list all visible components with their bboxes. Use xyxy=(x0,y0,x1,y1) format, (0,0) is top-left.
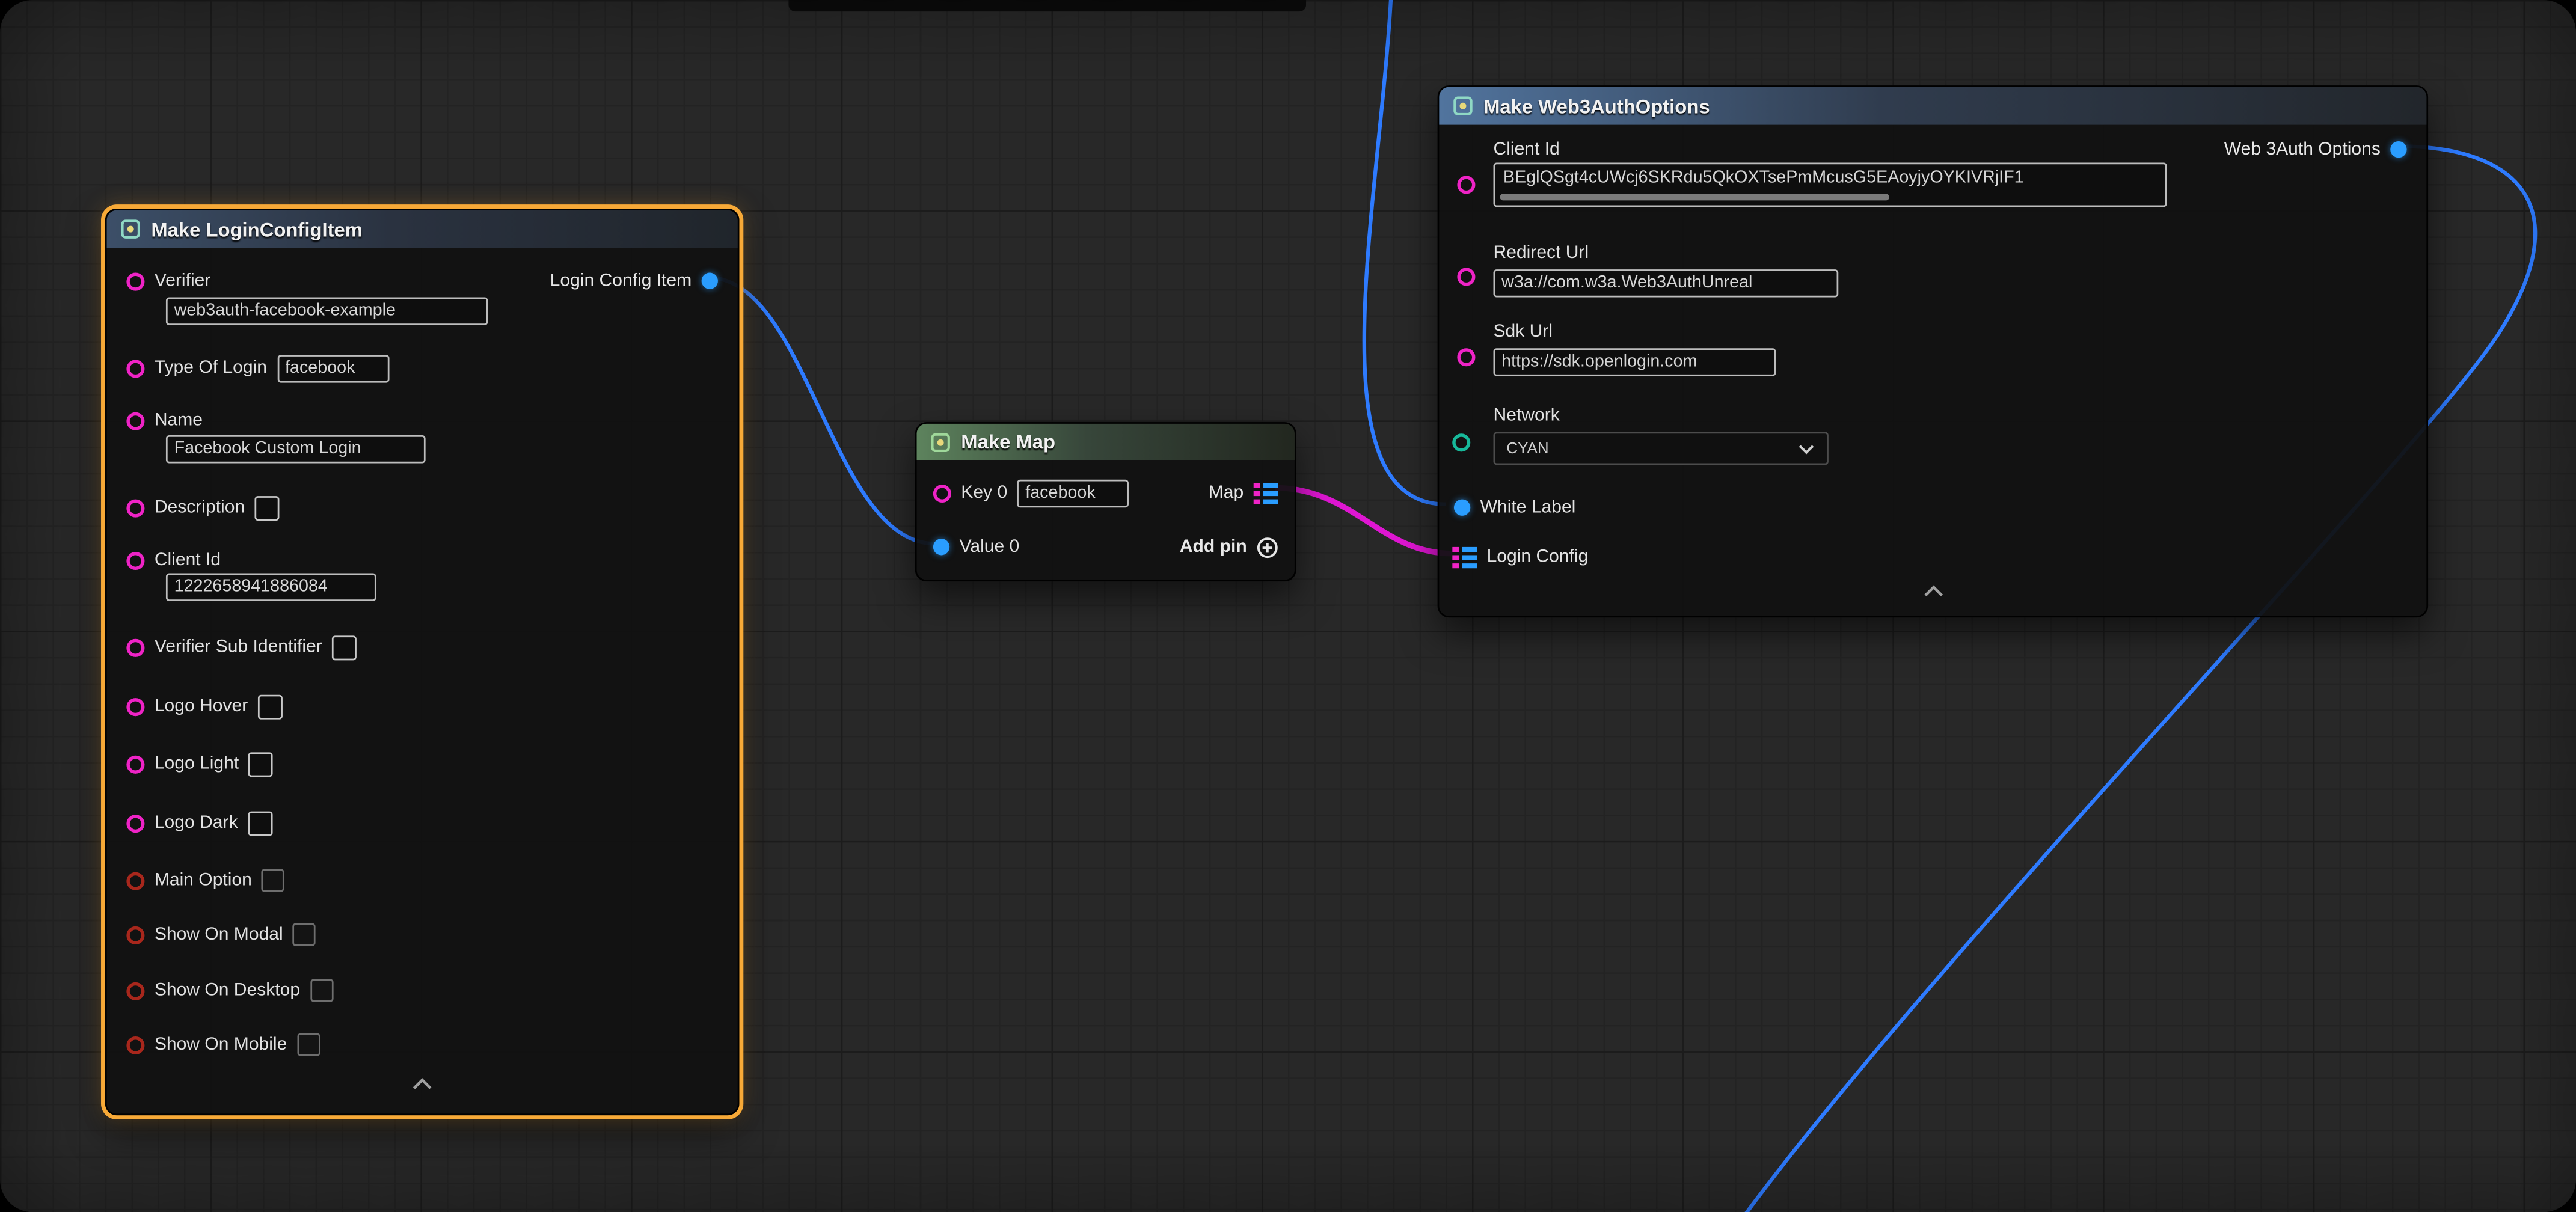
show-on-modal-checkbox[interactable] xyxy=(293,923,316,946)
network-selected-value: CYAN xyxy=(1506,439,1548,458)
pin-label-client-id: Client Id xyxy=(155,550,221,570)
pin-value-0[interactable] xyxy=(933,539,949,555)
chevron-up-icon xyxy=(1921,585,1944,598)
pin-label-logo-hover: Logo Hover xyxy=(155,696,248,716)
pin-show-on-modal[interactable] xyxy=(126,926,144,944)
pin-label-show-on-modal: Show On Modal xyxy=(155,925,283,944)
pin-verifier[interactable] xyxy=(126,272,144,290)
pin-redirect-url[interactable] xyxy=(1457,267,1475,285)
pin-login-config-item-output[interactable] xyxy=(702,273,718,289)
pin-label-type-of-login: Type Of Login xyxy=(155,358,267,378)
collapse-node-button[interactable] xyxy=(1439,585,2426,601)
node-make-map[interactable]: Make Map Key 0 Map xyxy=(915,422,1296,581)
pin-label-show-on-mobile: Show On Mobile xyxy=(155,1035,287,1054)
pin-label-logo-light: Logo Light xyxy=(155,754,239,774)
pin-login-config[interactable] xyxy=(1452,546,1477,568)
pin-show-on-desktop[interactable] xyxy=(126,981,144,999)
network-dropdown[interactable]: CYAN xyxy=(1494,432,1829,465)
blueprint-graph: Make LoginConfigItem Verifier Login Conf… xyxy=(0,0,2576,1212)
pin-label-verifier: Verifier xyxy=(155,271,211,291)
make-struct-icon xyxy=(1452,95,1474,117)
verifier-sub-identifier-input[interactable] xyxy=(332,635,357,660)
pin-network[interactable] xyxy=(1452,433,1470,451)
description-input[interactable] xyxy=(255,495,280,520)
node-make-web3authoptions[interactable]: Make Web3AuthOptions Client Id Web 3Auth… xyxy=(1438,85,2428,617)
pin-verifier-sub-identifier[interactable] xyxy=(126,638,144,656)
wire-map-to-loginconfig[interactable] xyxy=(1275,488,1452,553)
make-map-icon xyxy=(930,431,951,453)
pin-label-network: Network xyxy=(1494,406,1560,426)
pin-label-logo-dark: Logo Dark xyxy=(155,813,238,833)
show-on-desktop-checkbox[interactable] xyxy=(310,979,333,1002)
pin-description[interactable] xyxy=(126,498,144,516)
pin-logo-hover[interactable] xyxy=(126,697,144,715)
node-title: Make Map xyxy=(961,430,1055,453)
pin-label-sdk-url: Sdk Url xyxy=(1494,322,1553,341)
pin-label-map: Map xyxy=(1209,483,1244,503)
pin-client-id[interactable] xyxy=(1457,175,1475,193)
logo-dark-input[interactable] xyxy=(248,810,272,835)
show-on-mobile-checkbox[interactable] xyxy=(297,1033,320,1056)
name-input[interactable] xyxy=(166,435,426,462)
pin-client-id[interactable] xyxy=(126,551,144,569)
chevron-up-icon xyxy=(411,1077,434,1091)
logo-light-input[interactable] xyxy=(249,751,274,776)
pin-label-white-label: White Label xyxy=(1480,498,1576,518)
pin-name[interactable] xyxy=(126,411,144,429)
pin-key-0[interactable] xyxy=(933,484,951,502)
node-title: Make LoginConfigItem xyxy=(151,218,363,240)
pin-white-label[interactable] xyxy=(1454,500,1470,516)
collapse-node-button[interactable] xyxy=(107,1077,738,1094)
wire-top-to-whitelabel[interactable] xyxy=(1364,0,1446,504)
horizontal-scrollbar[interactable] xyxy=(1500,194,1888,200)
pin-label-login-config: Login Config xyxy=(1487,547,1589,567)
verifier-input[interactable] xyxy=(166,296,488,324)
pin-label-verifier-sub-identifier: Verifier Sub Identifier xyxy=(155,637,322,657)
node-title: Make Web3AuthOptions xyxy=(1483,94,1710,117)
type-of-login-input[interactable] xyxy=(277,354,388,382)
logo-hover-input[interactable] xyxy=(258,694,283,718)
wire-loginconfigitem-to-value0[interactable] xyxy=(708,278,935,544)
client-id-input[interactable]: BEglQSgt4cUWcj6SKRdu5QkOXTsePmMcusG5EAoy… xyxy=(1494,162,2167,207)
make-struct-icon xyxy=(120,218,141,240)
key-0-input[interactable] xyxy=(1017,479,1129,506)
pin-web3auth-options-output[interactable] xyxy=(2390,141,2406,158)
node-header[interactable]: Make LoginConfigItem xyxy=(107,210,738,248)
pin-label-login-config-item: Login Config Item xyxy=(550,271,692,291)
offscreen-node-top[interactable] xyxy=(788,0,1306,11)
pin-sdk-url[interactable] xyxy=(1457,347,1475,366)
node-make-loginconfigitem[interactable]: Make LoginConfigItem Verifier Login Conf… xyxy=(105,209,740,1115)
pin-label-client-id: Client Id xyxy=(1494,139,1560,159)
client-id-input[interactable] xyxy=(166,572,376,600)
pin-label-key-0: Key 0 xyxy=(961,483,1007,503)
pin-logo-light[interactable] xyxy=(126,754,144,773)
pin-label-redirect-url: Redirect Url xyxy=(1494,243,1589,263)
pin-label-web3auth-options: Web 3Auth Options xyxy=(2224,139,2381,159)
pin-show-on-mobile[interactable] xyxy=(126,1036,144,1054)
node-header[interactable]: Make Web3AuthOptions xyxy=(1439,87,2426,125)
add-pin-label: Add pin xyxy=(1180,537,1247,557)
pin-label-name: Name xyxy=(155,411,203,430)
pin-label-show-on-desktop: Show On Desktop xyxy=(155,981,300,1000)
pin-main-option[interactable] xyxy=(126,871,144,889)
pin-label-value-0: Value 0 xyxy=(960,537,1020,557)
pin-label-main-option: Main Option xyxy=(155,871,252,890)
sdk-url-input[interactable] xyxy=(1494,347,1776,375)
client-id-value: BEglQSgt4cUWcj6SKRdu5QkOXTsePmMcusG5EAoy… xyxy=(1503,168,2024,188)
redirect-url-input[interactable] xyxy=(1494,269,1839,296)
chevron-down-icon xyxy=(1797,442,1815,454)
pin-map-output[interactable] xyxy=(1254,482,1278,504)
add-pin-button[interactable] xyxy=(1257,536,1278,558)
main-option-checkbox[interactable] xyxy=(262,869,284,892)
pin-type-of-login[interactable] xyxy=(126,359,144,377)
node-header[interactable]: Make Map xyxy=(917,424,1295,460)
graph-canvas[interactable]: Make LoginConfigItem Verifier Login Conf… xyxy=(0,0,2576,1212)
pin-label-description: Description xyxy=(155,498,245,518)
pin-logo-dark[interactable] xyxy=(126,814,144,832)
